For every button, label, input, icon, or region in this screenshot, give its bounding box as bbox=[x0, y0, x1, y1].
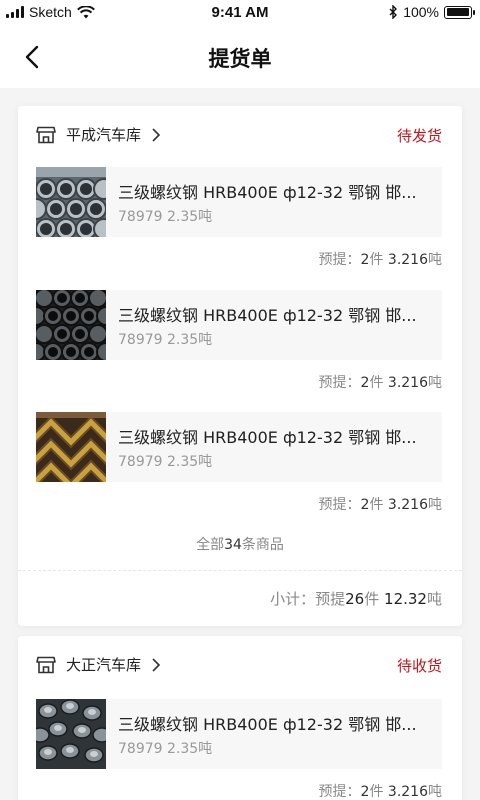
qty-label: 预提： bbox=[318, 375, 361, 391]
product-image bbox=[36, 290, 106, 360]
subtotal-prefix: 预提 bbox=[315, 590, 346, 608]
store-name: 平成汽车库 bbox=[66, 126, 142, 144]
product-spec: 78979 2.35吨 bbox=[118, 741, 213, 757]
weight-unit: 吨 bbox=[428, 375, 442, 391]
product-item[interactable]: 三级螺纹钢 HRB400E ф12-32 鄂钢 邯... 78979 2.35吨 bbox=[36, 699, 442, 769]
nav-bar: 提货单 bbox=[0, 26, 480, 88]
product-item[interactable]: 三级螺纹钢 HRB400E ф12-32 鄂钢 邯... 78979 2.35吨 bbox=[36, 167, 442, 237]
product-name: 三级螺纹钢 HRB400E ф12-32 鄂钢 邯... bbox=[118, 428, 417, 447]
order-status: 待收货 bbox=[396, 657, 442, 675]
product-spec: 78979 2.35吨 bbox=[118, 332, 213, 348]
battery-percent: 100% bbox=[403, 4, 439, 20]
qty-label: 预提： bbox=[318, 497, 361, 513]
order-subtotal: 小计：预提26件 12.32吨 bbox=[270, 588, 442, 609]
product-image bbox=[36, 699, 106, 769]
weight-unit: 吨 bbox=[428, 784, 442, 800]
qty-label: 预提： bbox=[318, 784, 361, 800]
store-link[interactable]: 平成汽车库 bbox=[36, 124, 161, 145]
view-all-items-link[interactable]: 全部34条商品 bbox=[18, 534, 462, 554]
qty-unit: 件 bbox=[369, 497, 384, 513]
chevron-right-icon bbox=[152, 657, 161, 672]
product-name: 三级螺纹钢 HRB400E ф12-32 鄂钢 邯... bbox=[118, 715, 417, 734]
qty-weight: 3.216 bbox=[387, 252, 428, 268]
qty-weight: 3.216 bbox=[387, 375, 428, 391]
qty-label: 预提： bbox=[318, 252, 361, 268]
status-right: 100% bbox=[389, 4, 475, 20]
order-card: 平成汽车库 待发货 三级螺纹钢 HRB400E ф12-32 鄂钢 邯... 7… bbox=[18, 106, 462, 626]
more-count: 34 bbox=[224, 537, 242, 553]
qty-unit: 件 bbox=[369, 784, 384, 800]
product-name: 三级螺纹钢 HRB400E ф12-32 鄂钢 邯... bbox=[118, 306, 417, 325]
subtotal-unit: 件 bbox=[364, 590, 380, 608]
chevron-right-icon bbox=[152, 127, 161, 142]
product-item[interactable]: 三级螺纹钢 HRB400E ф12-32 鄂钢 邯... 78979 2.35吨 bbox=[36, 412, 442, 482]
weight-unit: 吨 bbox=[428, 497, 442, 513]
product-spec: 78979 2.35吨 bbox=[118, 209, 213, 225]
subtotal-label: 小计： bbox=[270, 590, 316, 608]
page-title: 提货单 bbox=[208, 47, 272, 71]
subtotal-count: 26 bbox=[345, 590, 365, 608]
qty-weight: 3.216 bbox=[387, 784, 428, 800]
order-card: 大正汽车库 待收货 三级螺纹钢 HRB400E ф12-32 鄂钢 邯... 7… bbox=[18, 636, 462, 800]
preorder-qty: 预提：2件 3.216吨 bbox=[319, 372, 442, 392]
store-name: 大正汽车库 bbox=[66, 656, 142, 674]
product-item[interactable]: 三级螺纹钢 HRB400E ф12-32 鄂钢 邯... 78979 2.35吨 bbox=[36, 290, 442, 360]
store-icon bbox=[36, 656, 56, 673]
more-suffix: 条商品 bbox=[241, 537, 284, 553]
status-bar: Sketch 9:41 AM 100% bbox=[0, 0, 480, 26]
dashed-divider bbox=[18, 570, 462, 571]
preorder-qty: 预提：2件 3.216吨 bbox=[319, 781, 442, 800]
preorder-qty: 预提：2件 3.216吨 bbox=[319, 249, 442, 269]
qty-weight: 3.216 bbox=[387, 497, 428, 513]
weight-unit: 吨 bbox=[428, 252, 442, 268]
store-link[interactable]: 大正汽车库 bbox=[36, 654, 161, 675]
subtotal-weight: 12.32 bbox=[384, 590, 427, 608]
product-name: 三级螺纹钢 HRB400E ф12-32 鄂钢 邯... bbox=[118, 183, 417, 202]
product-image bbox=[36, 167, 106, 237]
product-spec: 78979 2.35吨 bbox=[118, 454, 213, 470]
order-status: 待发货 bbox=[396, 127, 442, 145]
product-image bbox=[36, 412, 106, 482]
battery-icon bbox=[444, 5, 475, 19]
qty-unit: 件 bbox=[369, 375, 384, 391]
subtotal-weight-unit: 吨 bbox=[426, 590, 442, 608]
bluetooth-icon bbox=[389, 5, 398, 19]
more-prefix: 全部 bbox=[196, 537, 225, 553]
qty-unit: 件 bbox=[369, 252, 384, 268]
store-icon bbox=[36, 126, 56, 143]
preorder-qty: 预提：2件 3.216吨 bbox=[319, 494, 442, 514]
